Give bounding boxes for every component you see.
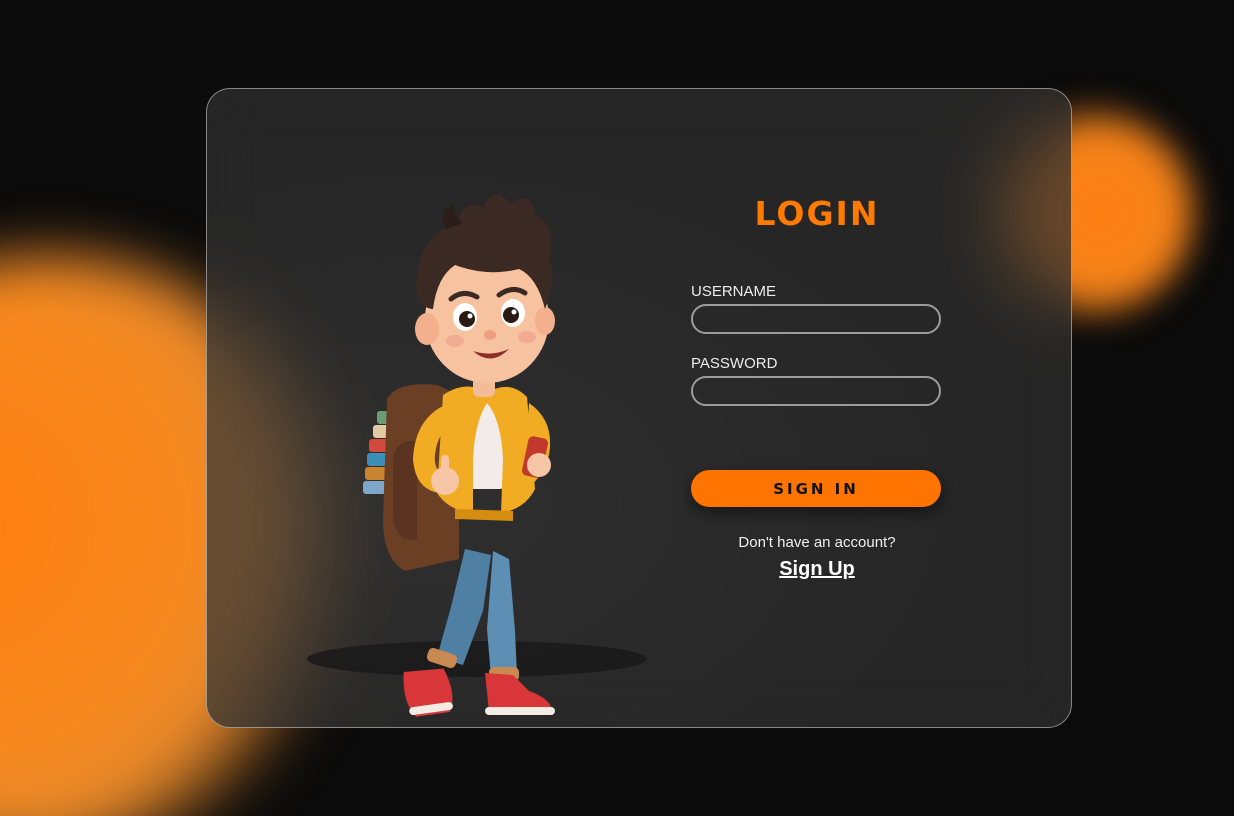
login-card: LOGIN USERNAME PASSWORD SIGN IN Don't ha… [206, 88, 1072, 728]
student-character-illustration [287, 159, 687, 719]
username-input[interactable] [691, 304, 941, 334]
password-label: PASSWORD [691, 355, 778, 372]
page-title: LOGIN [754, 194, 880, 233]
account-prompt: Don't have an account? [738, 534, 896, 551]
sign-up-link[interactable]: Sign Up [691, 558, 943, 581]
sign-in-button[interactable]: SIGN IN [691, 470, 941, 507]
login-form: LOGIN USERNAME PASSWORD SIGN IN Don't ha… [691, 194, 943, 581]
username-field: USERNAME [691, 283, 943, 334]
password-input[interactable] [691, 376, 941, 406]
page-background: LOGIN USERNAME PASSWORD SIGN IN Don't ha… [0, 0, 1234, 816]
password-field: PASSWORD [691, 355, 943, 406]
username-label: USERNAME [691, 283, 777, 300]
